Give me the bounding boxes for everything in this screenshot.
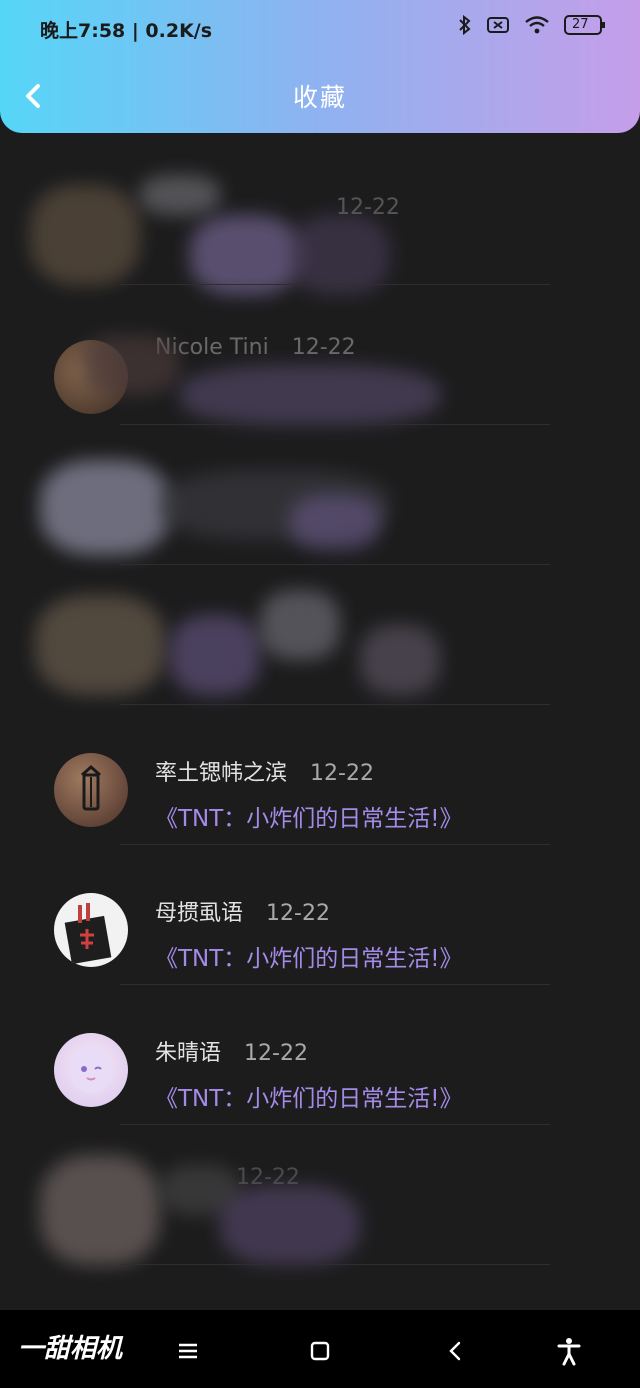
status-time: 晚上7:58 | 0.2K/s [40,20,213,42]
redacted-block [360,625,440,695]
header: 晚上7:58 | 0.2K/s 27 收藏 [0,0,640,133]
redacted-block [220,1185,360,1265]
bluetooth-icon [458,14,472,40]
redacted-block [140,175,220,215]
list-item[interactable]: Nicole Tini 12-22 [0,285,640,425]
item-date: 12-22 [266,901,330,926]
item-date: 12-22 [236,1165,300,1190]
system-navigation-bar: 一甜相机 [0,1310,640,1388]
status-bar: 晚上7:58 | 0.2K/s 27 [0,0,640,58]
item-work-title[interactable]: 《TNT：小炸们的日常生活!》 [155,939,463,973]
redacted-block [190,215,300,295]
list-item[interactable]: 母掼虱语 12-22 《TNT：小炸们的日常生活!》 [0,845,640,985]
status-icons: 27 [458,14,606,40]
list-item[interactable]: 朱晴语 12-22 《TNT：小炸们的日常生活!》 [0,985,640,1125]
back-nav-button[interactable] [438,1334,472,1368]
item-name: 朱晴语 [155,1041,222,1066]
avatar[interactable] [54,753,128,827]
favorites-list: 12-22 Nicole Tini 12-22 率土锶帏之滨 12-22 《TN… [0,145,640,1265]
accessibility-icon [557,1338,581,1366]
home-button[interactable] [303,1334,337,1368]
redacted-avatar [30,185,140,285]
list-item[interactable]: 率土锶帏之滨 12-22 《TNT：小炸们的日常生活!》 [0,705,640,845]
redacted-avatar [40,1155,160,1265]
wifi-icon [524,15,550,39]
redacted-block [290,215,390,295]
redacted-avatar [40,460,170,555]
item-date: 12-22 [244,1041,308,1066]
page-title: 收藏 [292,83,347,112]
redacted-block [260,590,340,660]
item-date: 12-22 [336,195,400,220]
lantern-icon [81,764,101,811]
matchbox-icon [64,903,112,965]
square-icon [310,1341,330,1361]
nav-bar: 收藏 [0,58,640,133]
list-item[interactable] [0,425,640,565]
list-item[interactable] [0,565,640,705]
triangle-back-icon [449,1341,461,1361]
list-item[interactable]: 12-22 [0,145,640,295]
avatar[interactable] [54,1033,128,1107]
item-name: 率土锶帏之滨 [155,761,288,786]
item-date: 12-22 [291,335,356,360]
redacted-block [180,365,440,425]
menu-icon [179,1343,197,1359]
divider [120,1264,550,1265]
item-date: 12-22 [310,761,374,786]
menu-button[interactable] [171,1334,205,1368]
accessibility-button[interactable] [552,1334,586,1368]
anime-girl-icon [69,1045,113,1093]
redacted-block [80,335,180,395]
battery-level: 27 [572,17,589,32]
item-work-title[interactable]: 《TNT：小炸们的日常生活!》 [155,799,463,833]
redacted-block [290,495,380,550]
redacted-avatar [35,595,165,695]
item-name: 母掼虱语 [155,901,244,926]
item-work-title[interactable]: 《TNT：小炸们的日常生活!》 [155,1079,463,1113]
battery-icon: 27 [564,14,606,40]
list-item[interactable]: 12-22 [0,1125,640,1265]
sim-no-signal-icon [486,15,510,39]
redacted-block [170,615,260,695]
avatar[interactable] [54,893,128,967]
watermark-logo: 一甜相机 [18,1334,123,1364]
